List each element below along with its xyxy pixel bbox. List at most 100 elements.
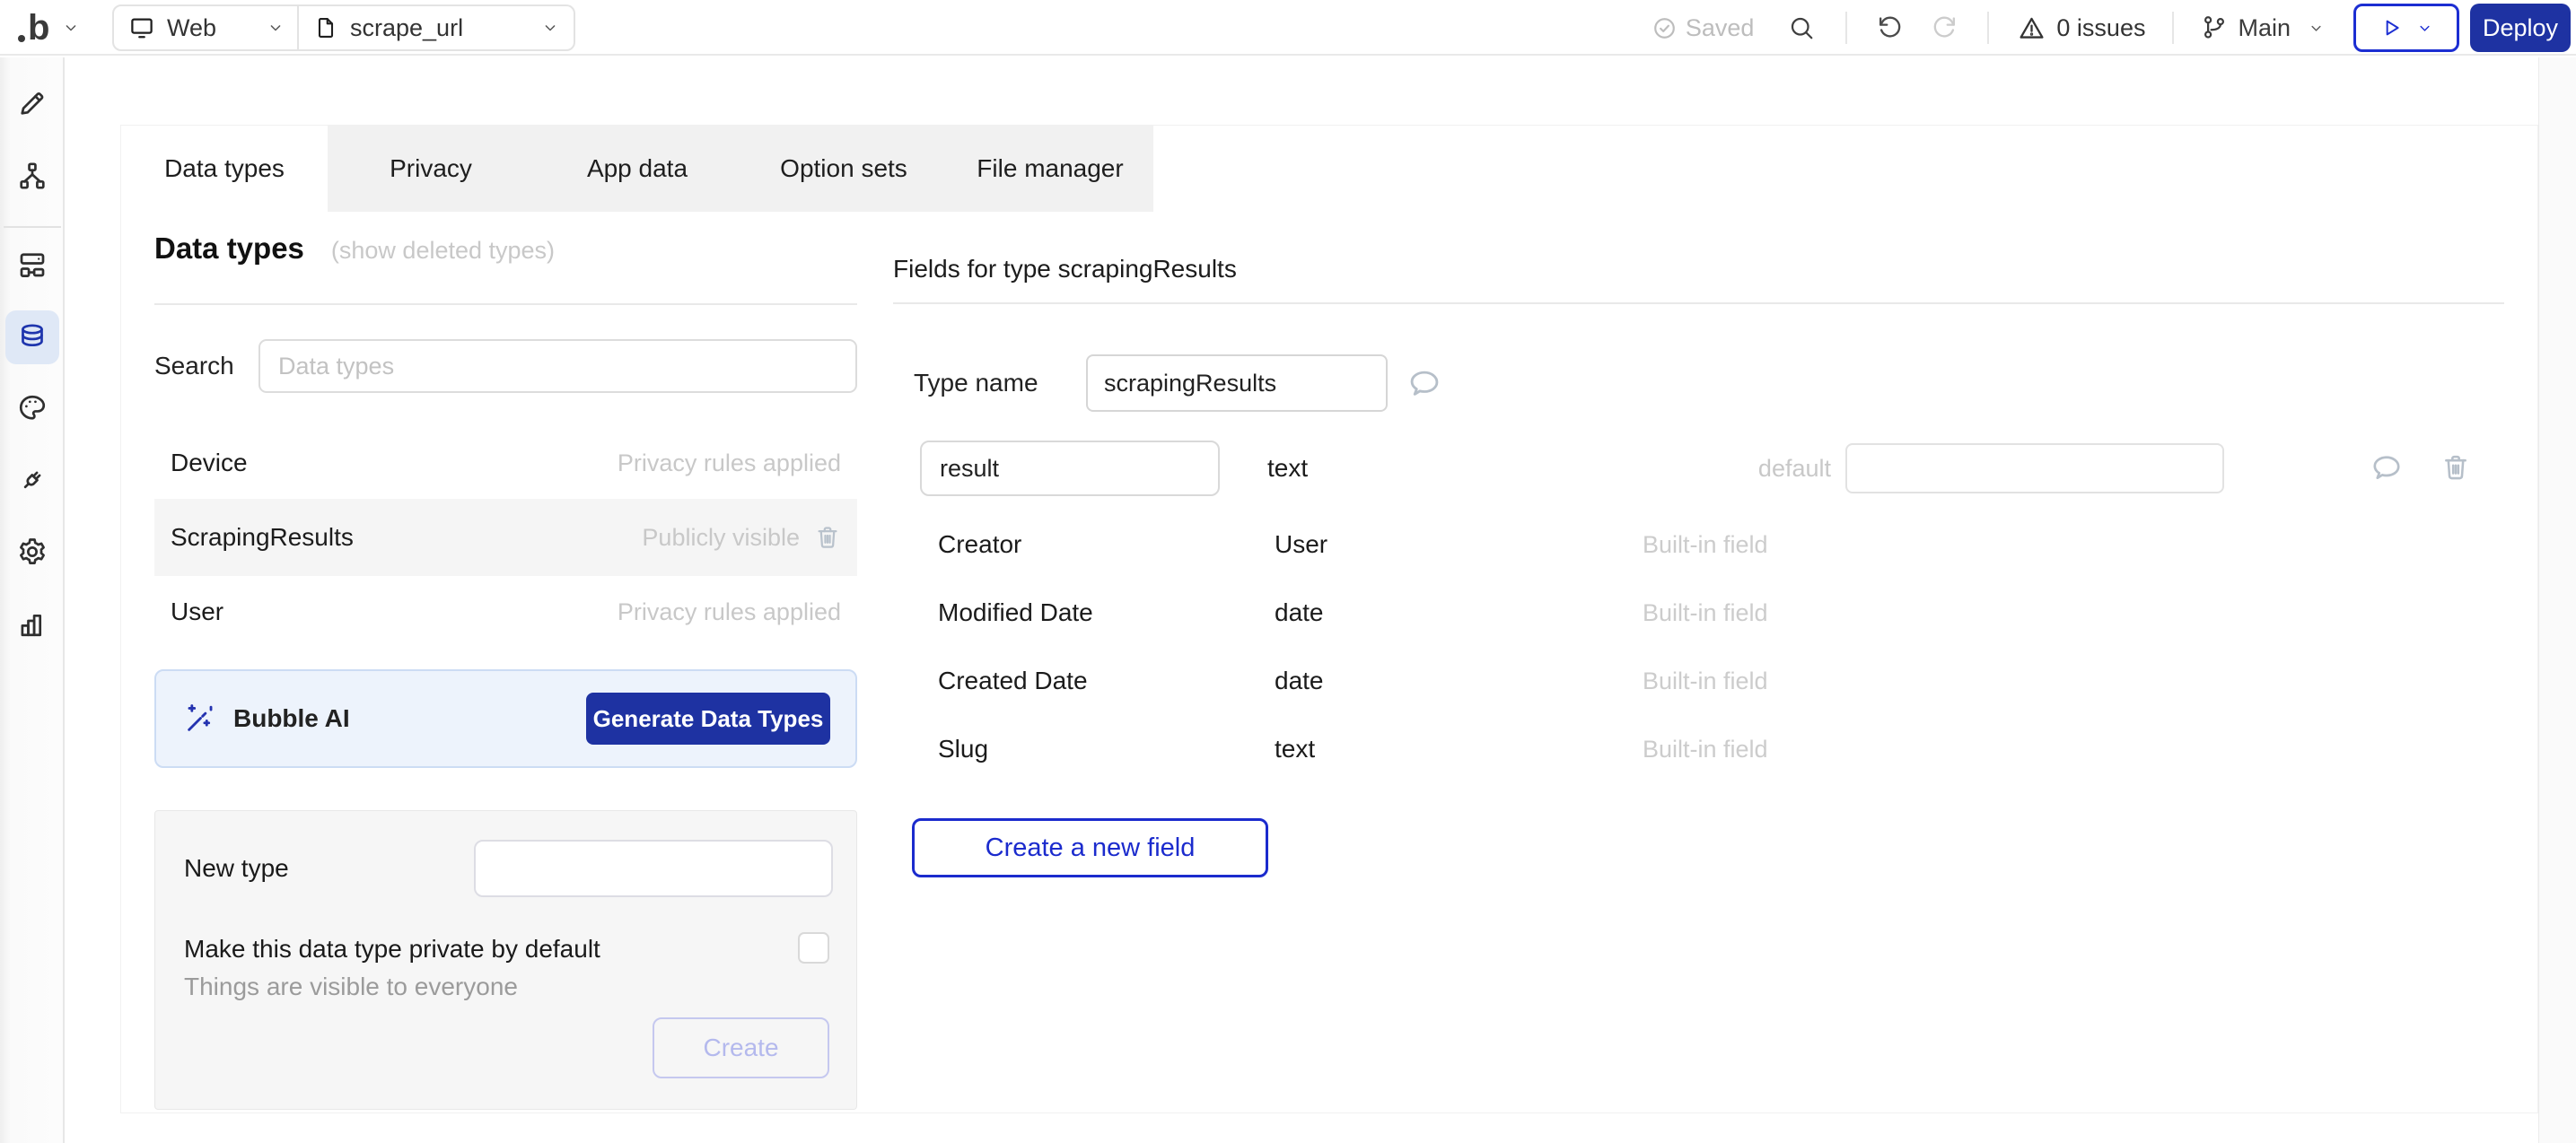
git-branch-icon: [2201, 14, 2228, 41]
undo-icon[interactable]: [1876, 14, 1904, 42]
bubble-ai-card: Bubble AI Generate Data Types: [154, 669, 857, 768]
pencil-icon[interactable]: [13, 83, 52, 123]
saved-label: Saved: [1686, 14, 1755, 42]
page-dropdown[interactable]: scrape_url: [299, 6, 574, 49]
context-switcher: Web scrape_url: [112, 4, 575, 51]
check-circle-icon: [1652, 15, 1678, 41]
data-type-row[interactable]: User Privacy rules applied: [154, 576, 857, 648]
field-builtin-badge: Built-in field: [1643, 579, 1768, 647]
warning-triangle-icon: [2018, 14, 2046, 42]
data-types-header: Data types (show deleted types): [154, 231, 857, 266]
field-list: text default Creator User Built-in field…: [920, 438, 2486, 783]
create-new-field-button[interactable]: Create a new field: [912, 818, 1268, 877]
trash-icon[interactable]: [2440, 452, 2471, 483]
save-status: Saved: [1652, 14, 1755, 42]
trash-icon[interactable]: [814, 524, 841, 551]
play-icon: [2379, 16, 2403, 39]
data-type-name: Device: [171, 449, 248, 477]
field-row[interactable]: Creator User Built-in field: [920, 510, 2486, 579]
field-name: Creator: [938, 510, 1021, 579]
field-default-input[interactable]: [1845, 443, 2224, 493]
sitemap-icon[interactable]: [13, 156, 52, 196]
chevron-down-icon: [2416, 20, 2433, 37]
tab-data-types[interactable]: Data types: [121, 126, 328, 212]
bubble-ai-label: Bubble AI: [233, 704, 350, 733]
field-default-label: default: [1705, 438, 1831, 499]
show-deleted-types-link[interactable]: (show deleted types): [331, 237, 555, 265]
new-type-input[interactable]: [474, 840, 833, 897]
search-icon[interactable]: [1788, 14, 1815, 41]
divider: [2172, 12, 2174, 44]
preview-button[interactable]: [2353, 4, 2459, 52]
field-name: Slug: [938, 715, 988, 783]
comment-icon[interactable]: [2370, 451, 2403, 484]
bubble-logo: b: [18, 10, 49, 46]
issues-indicator[interactable]: 0 issues: [2018, 14, 2145, 42]
platform-label: Web: [167, 14, 216, 42]
generate-data-types-button[interactable]: Generate Data Types: [586, 693, 830, 745]
field-name-input[interactable]: [920, 441, 1220, 496]
visibility-hint: Things are visible to everyone: [184, 973, 518, 1001]
redo-icon[interactable]: [1931, 14, 1958, 42]
new-type-label: New type: [184, 840, 289, 897]
data-type-list: Device Privacy rules applied ScrapingRes…: [154, 427, 857, 648]
type-name-input[interactable]: [1086, 354, 1388, 412]
platform-dropdown[interactable]: Web: [114, 6, 297, 49]
field-type: text: [1275, 715, 1315, 783]
divider: [154, 303, 857, 305]
data-type-name: ScrapingResults: [171, 523, 354, 552]
page-title: Data types: [154, 231, 304, 266]
field-name: Modified Date: [938, 579, 1093, 647]
chevron-down-icon: [2308, 20, 2325, 37]
data-type-name: User: [171, 598, 223, 626]
gear-icon[interactable]: [13, 532, 52, 572]
type-name-row: Type name: [914, 354, 1441, 412]
field-type: User: [1275, 510, 1327, 579]
tab-privacy[interactable]: Privacy: [328, 126, 534, 212]
private-by-default-checkbox[interactable]: [798, 932, 829, 964]
tab-option-sets[interactable]: Option sets: [740, 126, 947, 212]
field-builtin-badge: Built-in field: [1643, 510, 1768, 579]
field-type: date: [1275, 647, 1324, 715]
plug-icon[interactable]: [13, 460, 52, 500]
monitor-icon: [128, 14, 155, 41]
app-menu[interactable]: b: [18, 0, 80, 56]
search-label: Search: [154, 352, 258, 380]
divider: [1845, 12, 1847, 44]
field-row[interactable]: Slug text Built-in field: [920, 715, 2486, 783]
search-input[interactable]: [258, 339, 857, 393]
database-icon[interactable]: [13, 318, 52, 357]
chevron-down-icon: [541, 19, 559, 37]
builtin-field-rows: Creator User Built-in field Modified Dat…: [920, 510, 2486, 783]
divider: [1987, 12, 1989, 44]
comment-icon[interactable]: [1407, 366, 1441, 400]
deploy-button[interactable]: Deploy: [2470, 4, 2571, 52]
divider: [4, 226, 61, 228]
search-row: Search: [154, 339, 857, 393]
tab-app-data[interactable]: App data: [534, 126, 740, 212]
divider: [893, 302, 2504, 304]
data-type-row[interactable]: ScrapingResults Publicly visible: [154, 499, 857, 576]
bar-chart-icon[interactable]: [13, 604, 52, 643]
editor-sidebar: [0, 57, 65, 1143]
page-label: scrape_url: [350, 14, 463, 42]
field-name: Created Date: [938, 647, 1088, 715]
type-name-label: Type name: [914, 369, 1086, 397]
palette-icon[interactable]: [13, 388, 52, 428]
create-type-button[interactable]: Create: [653, 1017, 829, 1078]
field-type: text: [1267, 438, 1308, 499]
field-row[interactable]: Modified Date date Built-in field: [920, 579, 2486, 647]
field-type: date: [1275, 579, 1324, 647]
issues-label: 0 issues: [2056, 14, 2145, 42]
top-bar: b Web scrape_url: [0, 0, 2576, 56]
magic-wand-icon: [183, 702, 217, 736]
tab-file-manager[interactable]: File manager: [947, 126, 1153, 212]
chevron-down-icon: [62, 19, 80, 37]
branch-label: Main: [2238, 14, 2291, 42]
private-by-default-label: Make this data type private by default: [184, 935, 600, 964]
field-row[interactable]: text default: [920, 438, 2486, 499]
branch-selector[interactable]: Main: [2201, 14, 2325, 42]
data-type-row[interactable]: Device Privacy rules applied: [154, 427, 857, 499]
workflow-icon[interactable]: [13, 245, 52, 284]
field-row[interactable]: Created Date date Built-in field: [920, 647, 2486, 715]
